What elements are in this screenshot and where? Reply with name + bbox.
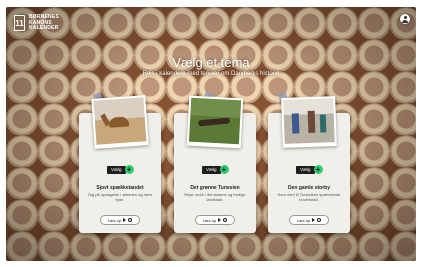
clock-icon [223, 218, 228, 222]
brand-logo[interactable]: 11 BØRNENES KANONS KALENDER [14, 14, 59, 32]
read-aloud-label: Læs op [296, 217, 311, 223]
read-aloud-label: Læs op [107, 217, 122, 223]
brand-name: BØRNENES KANONS KALENDER [29, 14, 59, 32]
play-icon [123, 218, 127, 222]
page-title: Vælg et tema [172, 55, 250, 70]
card-title: Sjovt spækketandet [96, 185, 144, 191]
clock-icon [128, 218, 133, 222]
logo-mark-text: 11 [15, 18, 24, 28]
brand-line-3: KALENDER [29, 25, 59, 31]
choose-button[interactable]: Vælg [296, 165, 315, 174]
clock-icon [317, 218, 322, 222]
theme-card-2[interactable]: Vælg + Det grønne Tunesien Rejst rundt i… [174, 92, 256, 233]
play-icon [312, 218, 316, 222]
play-icon [218, 218, 222, 222]
plus-icon[interactable]: + [219, 165, 229, 174]
card-title: Det grønne Tunesien [190, 185, 240, 191]
theme-card-1[interactable]: Vælg + Sjovt spækketandet Tag på opdagel… [79, 92, 161, 233]
logo-mark-icon: 11 [14, 15, 25, 32]
card-description: Rejst rundt i det skønne og frodige land… [184, 192, 246, 202]
plus-icon[interactable]: + [124, 165, 134, 174]
user-icon[interactable] [400, 14, 410, 24]
plus-icon[interactable]: + [313, 165, 323, 174]
choose-theme-2[interactable]: Vælg + [202, 165, 229, 174]
theme-selection-screen: 11 BØRNENES KANONS KALENDER Vælg et tema… [6, 7, 416, 261]
theme-photo-camel [91, 95, 149, 149]
theme-photo-city [281, 96, 337, 148]
choose-button[interactable]: Vælg [202, 165, 221, 174]
card-description: Tag på opdagelse i ørkenen og dens byer. [87, 192, 153, 202]
choose-theme-3[interactable]: Vælg + [296, 165, 323, 174]
choose-button[interactable]: Vælg [107, 165, 126, 174]
read-aloud-button[interactable]: Læs op [289, 215, 329, 225]
choose-theme-1[interactable]: Vælg + [107, 165, 134, 174]
read-aloud-label: Læs op [202, 217, 217, 223]
card-description: Kom med til Tunesiens spændende hovedsta… [277, 192, 341, 202]
read-aloud-button[interactable]: Læs op [195, 215, 235, 225]
card-title: Den gamle storby [288, 185, 330, 191]
read-aloud-button[interactable]: Læs op [100, 215, 140, 225]
page-subtitle: Rejs i kalendere med temaer om Danmarks … [142, 71, 280, 77]
theme-photo-green [186, 95, 244, 149]
theme-card-3[interactable]: Vælg + Den gamle storby Kom med til Tune… [268, 92, 350, 233]
